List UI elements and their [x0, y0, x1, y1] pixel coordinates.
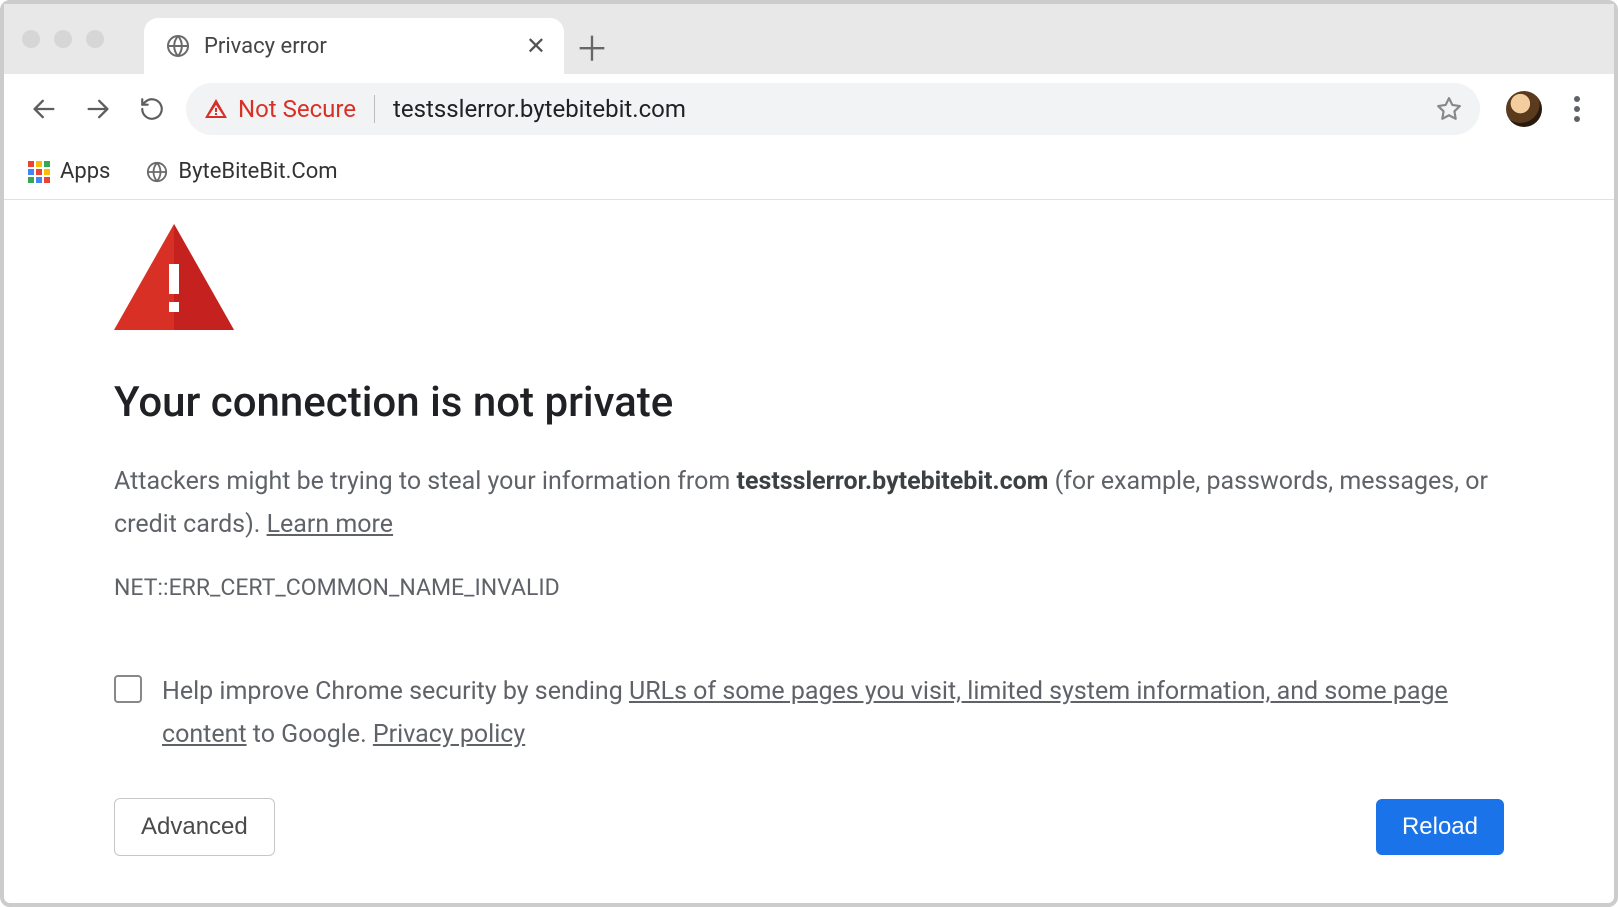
- action-row: Advanced Reload: [114, 798, 1504, 856]
- toolbar: Not Secure testsslerror.bytebitebit.com: [4, 74, 1614, 144]
- omnibox-separator: [374, 95, 375, 123]
- bookmark-label: ByteBiteBit.Com: [178, 159, 337, 184]
- opt-in-prefix: Help improve Chrome security by sending: [162, 677, 629, 706]
- browser-tab[interactable]: Privacy error ✕: [144, 18, 564, 74]
- globe-icon: [146, 161, 168, 183]
- bookmark-star-icon[interactable]: [1436, 96, 1462, 122]
- forward-button[interactable]: [78, 89, 118, 129]
- url-text[interactable]: testsslerror.bytebitebit.com: [393, 95, 1426, 123]
- apps-grid-icon: [28, 161, 50, 183]
- security-status-label[interactable]: Not Secure: [238, 95, 356, 123]
- privacy-policy-link[interactable]: Privacy policy: [373, 720, 525, 749]
- window-controls: [22, 30, 104, 48]
- apps-shortcut[interactable]: Apps: [28, 159, 110, 184]
- close-icon[interactable]: ✕: [526, 34, 546, 58]
- menu-button[interactable]: [1560, 89, 1594, 129]
- globe-icon: [166, 34, 190, 58]
- bookmarks-bar: Apps ByteBiteBit.Com: [4, 144, 1614, 200]
- profile-avatar[interactable]: [1506, 91, 1542, 127]
- new-tab-button[interactable]: ＋: [564, 18, 620, 74]
- opt-in-checkbox[interactable]: [114, 675, 142, 703]
- error-code: NET::ERR_CERT_COMMON_NAME_INVALID: [114, 574, 1504, 601]
- back-button[interactable]: [24, 89, 64, 129]
- bookmark-item-bytebitebit[interactable]: ByteBiteBit.Com: [146, 159, 337, 184]
- paragraph-text-prefix: Attackers might be trying to steal your …: [114, 467, 737, 496]
- opt-in-label: Help improve Chrome security by sending …: [162, 671, 1504, 756]
- page-heading: Your connection is not private: [114, 378, 1504, 427]
- traffic-light-zoom[interactable]: [86, 30, 104, 48]
- advanced-button[interactable]: Advanced: [114, 798, 275, 856]
- ssl-error-page: Your connection is not private Attackers…: [4, 200, 1614, 856]
- warning-paragraph: Attackers might be trying to steal your …: [114, 461, 1504, 546]
- opt-in-row: Help improve Chrome security by sending …: [114, 671, 1504, 756]
- tab-strip: Privacy error ✕ ＋: [4, 4, 1614, 74]
- traffic-light-minimize[interactable]: [54, 30, 72, 48]
- reload-button[interactable]: [132, 89, 172, 129]
- learn-more-link[interactable]: Learn more: [267, 510, 393, 539]
- apps-label: Apps: [60, 159, 110, 184]
- traffic-light-close[interactable]: [22, 30, 40, 48]
- warning-triangle-icon: [114, 224, 1504, 334]
- reload-page-button[interactable]: Reload: [1376, 799, 1504, 855]
- tab-title: Privacy error: [204, 34, 327, 59]
- opt-in-mid: to Google.: [247, 720, 373, 749]
- address-bar[interactable]: Not Secure testsslerror.bytebitebit.com: [186, 83, 1480, 135]
- warning-triangle-icon: [204, 97, 228, 121]
- domain-bold: testsslerror.bytebitebit.com: [737, 467, 1049, 496]
